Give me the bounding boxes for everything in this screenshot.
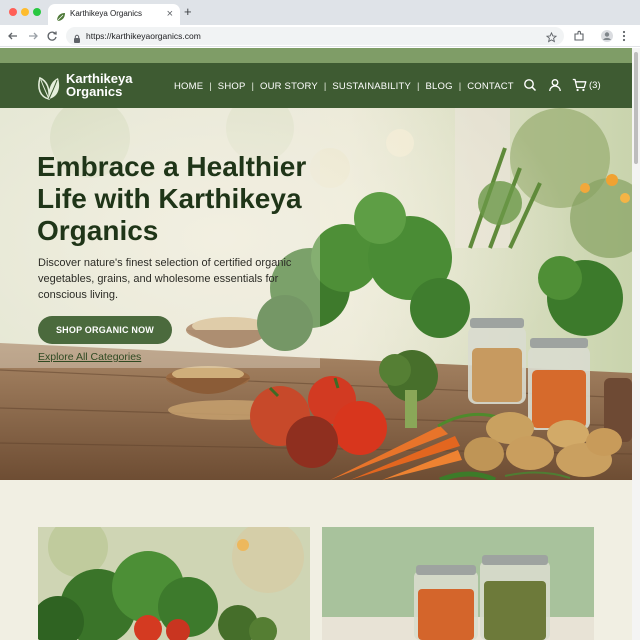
announcement-strip (0, 48, 632, 63)
cart-count-badge[interactable]: (3) (589, 80, 601, 91)
url-text: https://karthikeyaorganics.com (86, 31, 201, 41)
web-page: Karthikeya Organics HOME | SHOP | OUR ST… (0, 48, 632, 640)
account-icon[interactable] (548, 78, 562, 97)
nav-separator: | (251, 80, 254, 92)
back-icon[interactable] (6, 29, 20, 43)
extensions-icon[interactable] (572, 29, 586, 43)
bookmark-star-icon[interactable] (545, 30, 558, 48)
hero-banner: Embrace a Healthier Life with Karthikeya… (0, 108, 632, 480)
nav-our-story[interactable]: OUR STORY (260, 81, 318, 92)
window-close-button[interactable] (9, 8, 17, 16)
tab-title: Karthikeya Organics (70, 9, 143, 18)
leaf-logo-icon (36, 73, 62, 106)
address-bar[interactable]: https://karthikeyaorganics.com (66, 27, 564, 45)
grains-photo (322, 527, 594, 640)
profile-icon[interactable] (600, 29, 614, 43)
browser-tabstrip: Karthikeya Organics × + (0, 0, 640, 25)
vegetables-photo (38, 527, 310, 640)
site-header: Karthikeya Organics HOME | SHOP | OUR ST… (0, 63, 632, 108)
shop-organic-now-button[interactable]: SHOP ORGANIC NOW (38, 316, 172, 344)
nav-separator: | (458, 80, 462, 92)
window-minimize-button[interactable] (21, 8, 29, 16)
nav-separator: | (209, 80, 212, 92)
hero-subheading: Discover nature's finest selection of ce… (38, 257, 292, 301)
lock-icon (73, 31, 81, 49)
scrollbar-thumb[interactable] (634, 52, 638, 164)
category-card-grains[interactable] (322, 527, 594, 640)
nav-shop[interactable]: SHOP (218, 81, 246, 92)
nav-sustainability[interactable]: SUSTAINABILITY (332, 81, 411, 92)
main-navigation: HOME | SHOP | OUR STORY | SUSTAINABILITY… (174, 80, 514, 92)
logo-wordmark: Karthikeya Organics (66, 72, 132, 98)
logo-line-2: Organics (66, 84, 123, 99)
window-maximize-button[interactable] (33, 8, 41, 16)
site-logo[interactable]: Karthikeya Organics (36, 71, 146, 101)
nav-separator: | (417, 80, 420, 92)
nav-blog[interactable]: BLOG (426, 81, 453, 92)
new-tab-button[interactable]: + (184, 5, 192, 19)
search-icon[interactable] (523, 78, 537, 97)
page-scrollbar[interactable] (632, 48, 640, 640)
tab-close-icon[interactable]: × (167, 7, 173, 21)
browser-tab-active[interactable]: Karthikeya Organics × (48, 4, 180, 25)
reload-icon[interactable] (45, 29, 59, 43)
category-card-vegetables[interactable] (38, 527, 310, 640)
browser-toolbar: https://karthikeyaorganics.com (0, 25, 640, 47)
hero-heading: Embrace a Healthier Life with Karthikeya… (37, 151, 307, 246)
menu-kebab-icon[interactable] (620, 29, 628, 43)
nav-home[interactable]: HOME (174, 81, 203, 92)
nav-separator: | (323, 80, 327, 92)
nav-contact[interactable]: CONTACT (467, 81, 514, 92)
forward-icon[interactable] (26, 29, 40, 43)
explore-all-categories-link[interactable]: Explore All Categories (38, 351, 141, 363)
cart-icon[interactable] (572, 78, 587, 97)
